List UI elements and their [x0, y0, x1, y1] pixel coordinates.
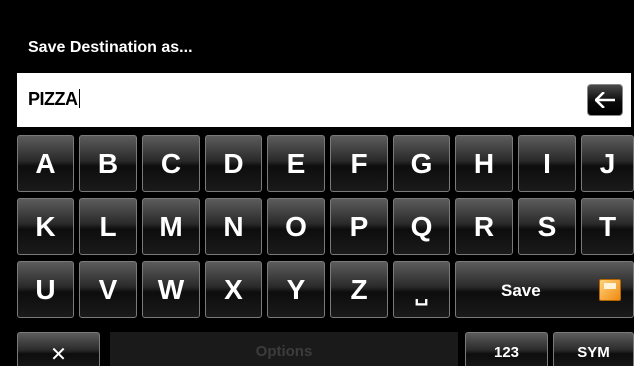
- destination-name-input[interactable]: PIZZA: [17, 73, 631, 127]
- key-j[interactable]: J: [581, 135, 634, 192]
- key-l[interactable]: L: [79, 198, 137, 255]
- save-icon: [599, 279, 621, 301]
- numbers-label: 123: [493, 344, 520, 361]
- key-a[interactable]: A: [17, 135, 74, 192]
- backspace-button[interactable]: [587, 84, 623, 116]
- save-button-label: Save: [501, 281, 541, 300]
- key-d[interactable]: D: [205, 135, 262, 192]
- arrow-left-icon: [595, 92, 615, 108]
- key-h[interactable]: H: [455, 135, 513, 192]
- key-w[interactable]: W: [142, 261, 200, 318]
- key-g[interactable]: G: [393, 135, 450, 192]
- options-button[interactable]: Options: [110, 332, 458, 366]
- symbols-label: SYM: [577, 344, 610, 361]
- save-button[interactable]: Save: [455, 261, 634, 318]
- key-o[interactable]: O: [267, 198, 325, 255]
- text-caret: [78, 89, 80, 108]
- key-n[interactable]: N: [205, 198, 262, 255]
- key-k[interactable]: K: [17, 198, 74, 255]
- key-q[interactable]: Q: [393, 198, 450, 255]
- options-label: Options: [255, 343, 313, 360]
- key-m[interactable]: M: [142, 198, 200, 255]
- numbers-button[interactable]: 123: [465, 332, 548, 366]
- key-x[interactable]: X: [205, 261, 262, 318]
- key-y[interactable]: Y: [267, 261, 325, 318]
- key-t[interactable]: T: [581, 198, 634, 255]
- space-key[interactable]: ␣: [393, 261, 450, 318]
- key-e[interactable]: E: [267, 135, 325, 192]
- close-button[interactable]: ✕: [17, 332, 100, 366]
- key-b[interactable]: B: [79, 135, 137, 192]
- keyboard-screen: Save Destination as... PIZZA A B C D E F…: [0, 0, 634, 366]
- key-u[interactable]: U: [17, 261, 74, 318]
- input-value: PIZZA: [28, 89, 78, 109]
- space-icon: ␣: [414, 283, 429, 306]
- symbols-button[interactable]: SYM: [553, 332, 634, 366]
- key-s[interactable]: S: [518, 198, 576, 255]
- key-z[interactable]: Z: [330, 261, 388, 318]
- close-icon: ✕: [50, 344, 67, 366]
- page-title: Save Destination as...: [28, 39, 193, 56]
- key-c[interactable]: C: [142, 135, 200, 192]
- key-f[interactable]: F: [330, 135, 388, 192]
- key-i[interactable]: I: [518, 135, 576, 192]
- key-r[interactable]: R: [455, 198, 513, 255]
- key-p[interactable]: P: [330, 198, 388, 255]
- key-v[interactable]: V: [79, 261, 137, 318]
